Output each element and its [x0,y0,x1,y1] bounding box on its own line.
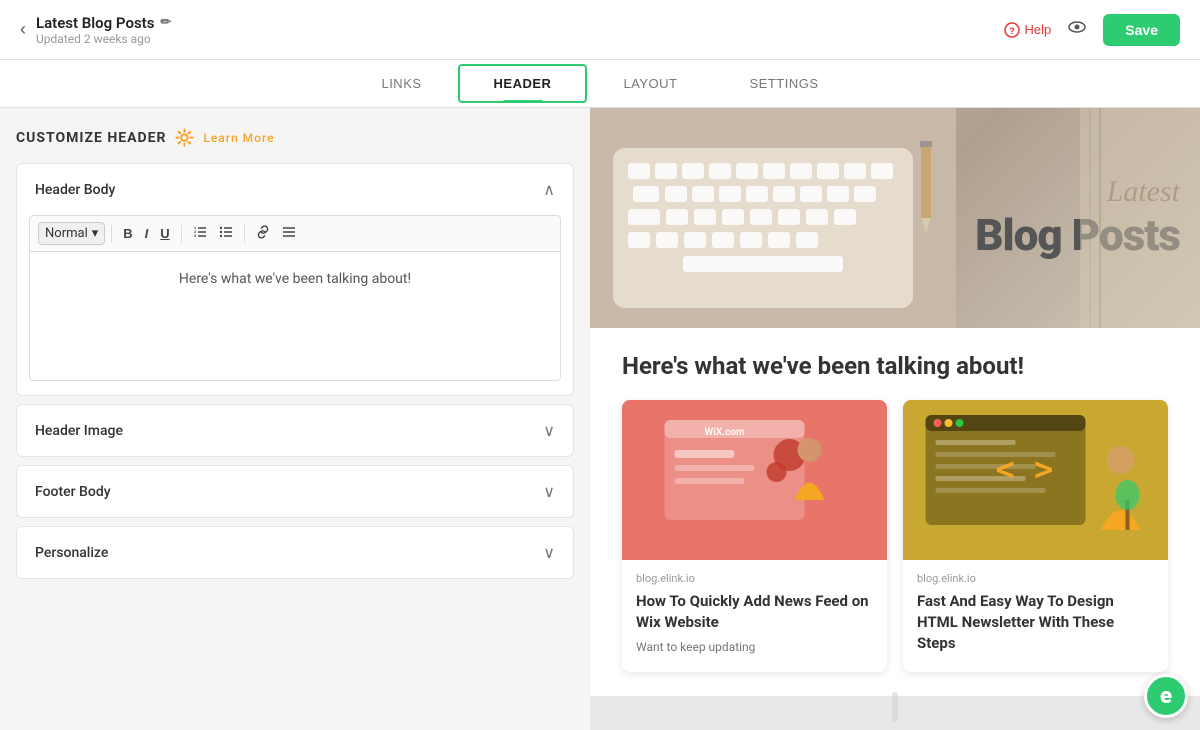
tab-header[interactable]: HEADER [458,64,588,103]
accordion-header-body-label: Header Body [35,182,115,198]
header-body-content: Here's what we've been talking about! [179,271,411,287]
topbar-left: ‹ Latest Blog Posts ✏ Updated 2 weeks ag… [20,14,171,46]
pencil-svg [906,138,946,238]
chevron-down-icon-3: ∨ [543,543,555,562]
accordion-header-image-header[interactable]: Header Image ∨ [17,405,573,456]
card-2-thumbnail: < > [903,400,1168,560]
notebook-svg [1080,108,1200,328]
preview-button[interactable] [1067,17,1087,42]
accordion-header-body-header[interactable]: Header Body ∧ [17,164,573,215]
style-select-value: Normal [45,226,88,241]
tab-layout[interactable]: LAYOUT [587,62,713,105]
right-panel: Latest Blog Posts Here's what we've been… [590,108,1200,730]
wix-svg: WiX.com [622,400,887,560]
card-1-source: blog.elink.io [636,572,873,585]
toolbar-divider-2 [181,225,182,243]
unordered-list-icon [219,225,233,239]
section-title-row: CUSTOMIZE HEADER 🔆 Learn More [16,128,574,147]
nav-tabs: LINKS HEADER LAYOUT SETTINGS [0,60,1200,108]
rich-text-toolbar: Normal ▾ B I U 1 2 [29,215,561,251]
style-select-arrow: ▾ [92,226,99,241]
svg-text:WiX.com: WiX.com [705,427,745,438]
card-1-title: How To Quickly Add News Feed on Wix Webs… [636,591,873,633]
save-button[interactable]: Save [1103,14,1180,46]
align-icon [282,225,296,239]
tab-settings[interactable]: SETTINGS [714,62,855,105]
accordion-header-body: Header Body ∧ Normal ▾ B I U [16,163,574,396]
ordered-list-button[interactable]: 1 2 3 [188,222,212,245]
elink-logo-letter: e [1160,684,1172,709]
blog-card-2: < > blog.elink.io Fast And Ea [903,400,1168,672]
accordion-footer-body-header[interactable]: Footer Body ∨ [17,466,573,517]
bold-button[interactable]: B [118,223,137,244]
card-2-title: Fast And Easy Way To Design HTML Newslet… [917,591,1154,654]
chevron-up-icon: ∧ [543,180,555,199]
svg-text:< >: < > [996,450,1054,488]
section-title-text: CUSTOMIZE HEADER [16,130,166,146]
underline-button[interactable]: U [155,223,174,244]
help-label: Help [1025,22,1052,37]
text-style-select[interactable]: Normal ▾ [38,222,105,245]
help-button[interactable]: ? Help [1004,22,1052,38]
svg-text:?: ? [1009,26,1015,36]
blog-tagline: Here's what we've been talking about! [622,352,1168,380]
topbar: ‹ Latest Blog Posts ✏ Updated 2 weeks ag… [0,0,1200,60]
svg-text:3: 3 [194,233,197,238]
elink-logo: e [1144,674,1188,718]
italic-button[interactable]: I [140,223,154,244]
ordered-list-icon: 1 2 3 [193,225,207,239]
card-2-info: blog.elink.io Fast And Easy Way To Desig… [903,560,1168,672]
card-1-excerpt: Want to keep updating [636,639,873,656]
chevron-down-icon-2: ∨ [543,482,555,501]
accordion-personalize-label: Personalize [35,545,108,561]
accordion-footer-body: Footer Body ∨ [16,465,574,518]
card-1-thumbnail: WiX.com [622,400,887,560]
blog-card-1: WiX.com [622,400,887,672]
unordered-list-button[interactable] [214,222,238,245]
preview-area: Latest Blog Posts Here's what we've been… [590,108,1200,730]
page-info: Latest Blog Posts ✏ Updated 2 weeks ago [36,14,171,46]
accordion-header-image-label: Header Image [35,423,123,439]
edit-icon[interactable]: ✏ [160,15,171,30]
chevron-down-icon-1: ∨ [543,421,555,440]
blog-content: Here's what we've been talking about! [590,328,1200,696]
scroll-indicator [892,692,898,722]
toolbar-divider-1 [111,225,112,243]
keyboard-svg [590,108,956,328]
accordion-header-image: Header Image ∨ [16,404,574,457]
accordion-footer-body-label: Footer Body [35,484,111,500]
accordion-header-body-content: Normal ▾ B I U 1 2 [17,215,573,395]
accordion-personalize: Personalize ∨ [16,526,574,579]
eye-icon [1067,17,1087,37]
toolbar-divider-3 [244,225,245,243]
learn-more-link[interactable]: Learn More [203,131,274,145]
hero-image: Latest Blog Posts [590,108,1200,328]
page-title-container: Latest Blog Posts ✏ [36,14,171,32]
link-button[interactable] [251,222,275,245]
keyboard-bg [590,108,956,328]
help-circle-icon: ? [1004,22,1020,38]
main-layout: CUSTOMIZE HEADER 🔆 Learn More Header Bod… [0,108,1200,730]
card-2-source: blog.elink.io [917,572,1154,585]
page-title-text: Latest Blog Posts [36,14,154,32]
card-1-info: blog.elink.io How To Quickly Add News Fe… [622,560,887,668]
blog-cards: WiX.com [622,400,1168,672]
link-icon [256,225,270,239]
back-button[interactable]: ‹ [20,19,26,40]
accordion-personalize-header[interactable]: Personalize ∨ [17,527,573,578]
left-panel: CUSTOMIZE HEADER 🔆 Learn More Header Bod… [0,108,590,730]
topbar-right: ? Help Save [1004,14,1180,46]
html-svg: < > [903,400,1168,560]
page-subtitle: Updated 2 weeks ago [36,32,171,46]
lamp-icon: 🔆 [174,128,195,147]
tab-links[interactable]: LINKS [345,62,457,105]
align-button[interactable] [277,222,301,245]
header-body-text-editor[interactable]: Here's what we've been talking about! [29,251,561,381]
